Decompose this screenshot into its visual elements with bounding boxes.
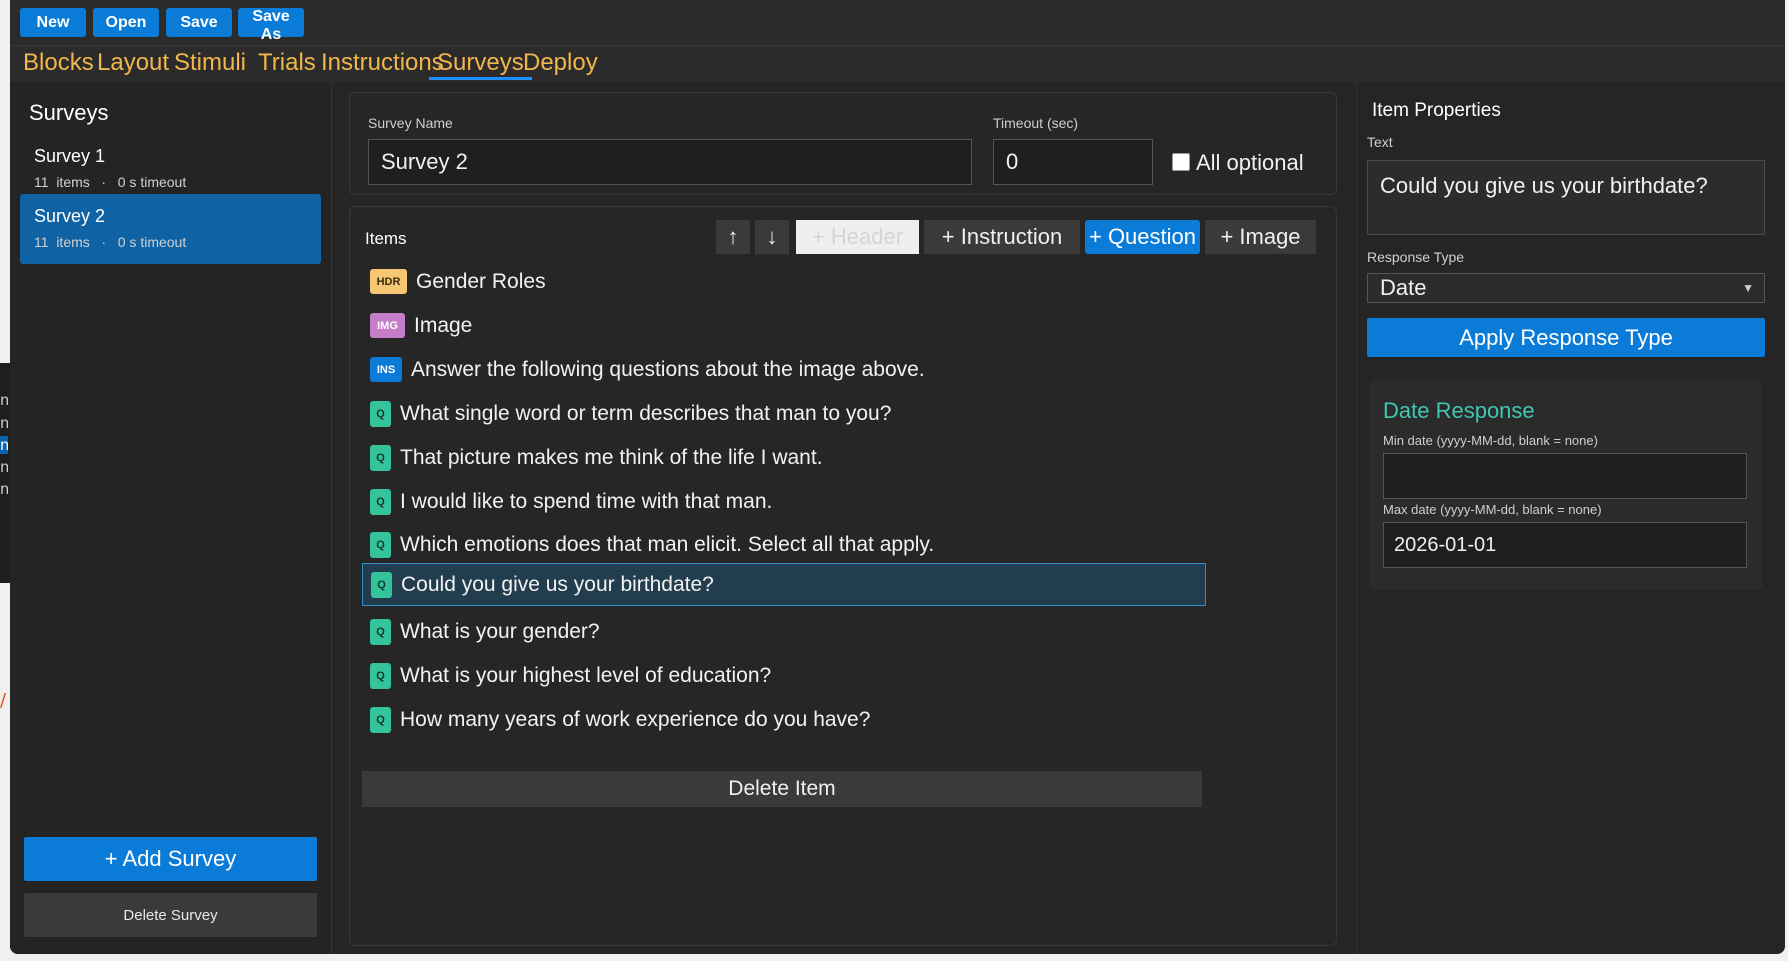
question-badge: Q — [371, 571, 392, 598]
item-text: That picture makes me think of the life … — [400, 445, 823, 469]
list-item[interactable]: Q Which emotions does that man elicit. S… — [362, 523, 1206, 566]
timeout-label: Timeout (sec) — [993, 115, 1079, 131]
item-text: I would like to spend time with that man… — [400, 489, 773, 513]
survey-list-item-selected[interactable]: Survey 2 11 items · 0 s timeout — [20, 194, 321, 264]
list-item[interactable]: Q What is your gender? — [362, 610, 1206, 653]
new-button[interactable]: New — [20, 8, 86, 37]
chevron-down-icon: ▼ — [1742, 281, 1754, 295]
item-text: Gender Roles — [416, 269, 546, 293]
item-properties-panel: Item Properties Text Could you give us y… — [1357, 82, 1785, 954]
delete-item-button[interactable]: Delete Item — [362, 771, 1202, 807]
tab-instructions[interactable]: Instructions — [321, 48, 444, 80]
survey-settings-card: Survey Name Timeout (sec) All optional — [349, 92, 1337, 195]
survey-meta: 11 items · 0 s timeout — [34, 234, 187, 250]
date-response-card: Date Response Min date (yyyy-MM-dd, blan… — [1369, 380, 1763, 590]
min-date-input[interactable] — [1383, 453, 1747, 499]
list-item[interactable]: Q What single word or term describes tha… — [362, 392, 1206, 435]
question-badge: Q — [370, 488, 391, 515]
survey-sidebar: Surveys Survey 1 11 items · 0 s timeout … — [10, 82, 332, 954]
add-question-button[interactable]: + Question — [1085, 220, 1200, 254]
question-badge: Q — [370, 662, 391, 689]
items-card: Items ↑ ↓ + Header + Instruction + Quest… — [349, 206, 1337, 946]
survey-name-label: Survey Name — [368, 115, 453, 131]
tab-blocks[interactable]: Blocks — [23, 48, 94, 80]
item-text: What is your highest level of education? — [400, 663, 772, 687]
list-item-selected[interactable]: Q Could you give us your birthdate? — [362, 563, 1206, 606]
survey-meta: 11 items · 0 s timeout — [34, 174, 187, 190]
response-type-value: Date — [1380, 275, 1427, 300]
all-optional-checkbox[interactable] — [1172, 153, 1190, 171]
list-item[interactable]: Q I would like to spend time with that m… — [362, 480, 1206, 523]
timeout-input[interactable] — [993, 139, 1153, 185]
add-survey-button[interactable]: + Add Survey — [24, 837, 317, 881]
item-text: How many years of work experience do you… — [400, 707, 871, 731]
question-badge: Q — [370, 706, 391, 733]
survey-editor: Survey Name Timeout (sec) All optional I… — [332, 82, 1357, 954]
list-item[interactable]: HDR Gender Roles — [362, 260, 1206, 303]
text-label: Text — [1367, 134, 1393, 150]
question-badge: Q — [370, 531, 391, 558]
add-image-button[interactable]: + Image — [1205, 220, 1316, 254]
tab-trials[interactable]: Trials — [258, 48, 316, 80]
item-text: Image — [414, 313, 473, 337]
min-date-label: Min date (yyyy-MM-dd, blank = none) — [1383, 433, 1598, 448]
instruction-badge: INS — [370, 357, 402, 382]
all-optional-label: All optional — [1196, 150, 1304, 175]
nav-tabs: Blocks Layout Stimuli Trials Instruction… — [10, 46, 1785, 82]
save-button[interactable]: Save — [166, 8, 232, 37]
tab-layout[interactable]: Layout — [97, 48, 169, 80]
survey-name: Survey 2 — [34, 206, 106, 226]
toolbar: New Open Save Save As — [10, 0, 1785, 46]
list-item[interactable]: Q How many years of work experience do y… — [362, 698, 1206, 741]
delete-survey-button[interactable]: Delete Survey — [24, 893, 317, 937]
item-text: What single word or term describes that … — [400, 401, 892, 425]
move-down-button[interactable]: ↓ — [755, 220, 789, 254]
question-badge: Q — [370, 444, 391, 471]
max-date-input[interactable] — [1383, 522, 1747, 568]
list-item[interactable]: Q That picture makes me think of the lif… — [362, 436, 1206, 479]
tab-deploy[interactable]: Deploy — [523, 48, 598, 80]
item-text-field[interactable]: Could you give us your birthdate? — [1367, 160, 1765, 235]
apply-response-type-button[interactable]: Apply Response Type — [1367, 318, 1765, 357]
question-badge: Q — [370, 618, 391, 645]
app-window: New Open Save Save As Blocks Layout Stim… — [10, 0, 1785, 954]
response-type-label: Response Type — [1367, 249, 1465, 265]
survey-name-input[interactable] — [368, 139, 972, 185]
header-badge: HDR — [370, 269, 407, 294]
list-item[interactable]: Q What is your highest level of educatio… — [362, 654, 1206, 697]
items-title: Items — [365, 229, 407, 248]
background-window-glyph: / — [0, 690, 7, 711]
item-text: What is your gender? — [400, 619, 600, 643]
tab-surveys[interactable]: Surveys — [429, 48, 532, 80]
move-up-button[interactable]: ↑ — [716, 220, 750, 254]
survey-name: Survey 1 — [34, 146, 106, 166]
properties-title: Item Properties — [1372, 100, 1501, 121]
max-date-label: Max date (yyyy-MM-dd, blank = none) — [1383, 502, 1602, 517]
add-header-button[interactable]: + Header — [796, 220, 919, 254]
item-text: Could you give us your birthdate? — [401, 572, 714, 596]
add-instruction-button[interactable]: + Instruction — [924, 220, 1080, 254]
item-text: Answer the following questions about the… — [411, 357, 925, 381]
image-badge: IMG — [370, 313, 405, 338]
response-type-select[interactable]: Date ▼ — [1367, 273, 1765, 303]
sidebar-title: Surveys — [29, 100, 109, 125]
date-response-title: Date Response — [1383, 398, 1535, 423]
question-badge: Q — [370, 400, 391, 427]
list-item[interactable]: INS Answer the following questions about… — [362, 348, 1206, 391]
background-window-edge: m m m m m — [0, 363, 10, 583]
item-text: Which emotions does that man elicit. Sel… — [400, 532, 935, 556]
list-item[interactable]: IMG Image — [362, 304, 1206, 347]
open-button[interactable]: Open — [93, 8, 159, 37]
tab-stimuli[interactable]: Stimuli — [174, 48, 246, 80]
save-as-button[interactable]: Save As — [238, 8, 304, 43]
